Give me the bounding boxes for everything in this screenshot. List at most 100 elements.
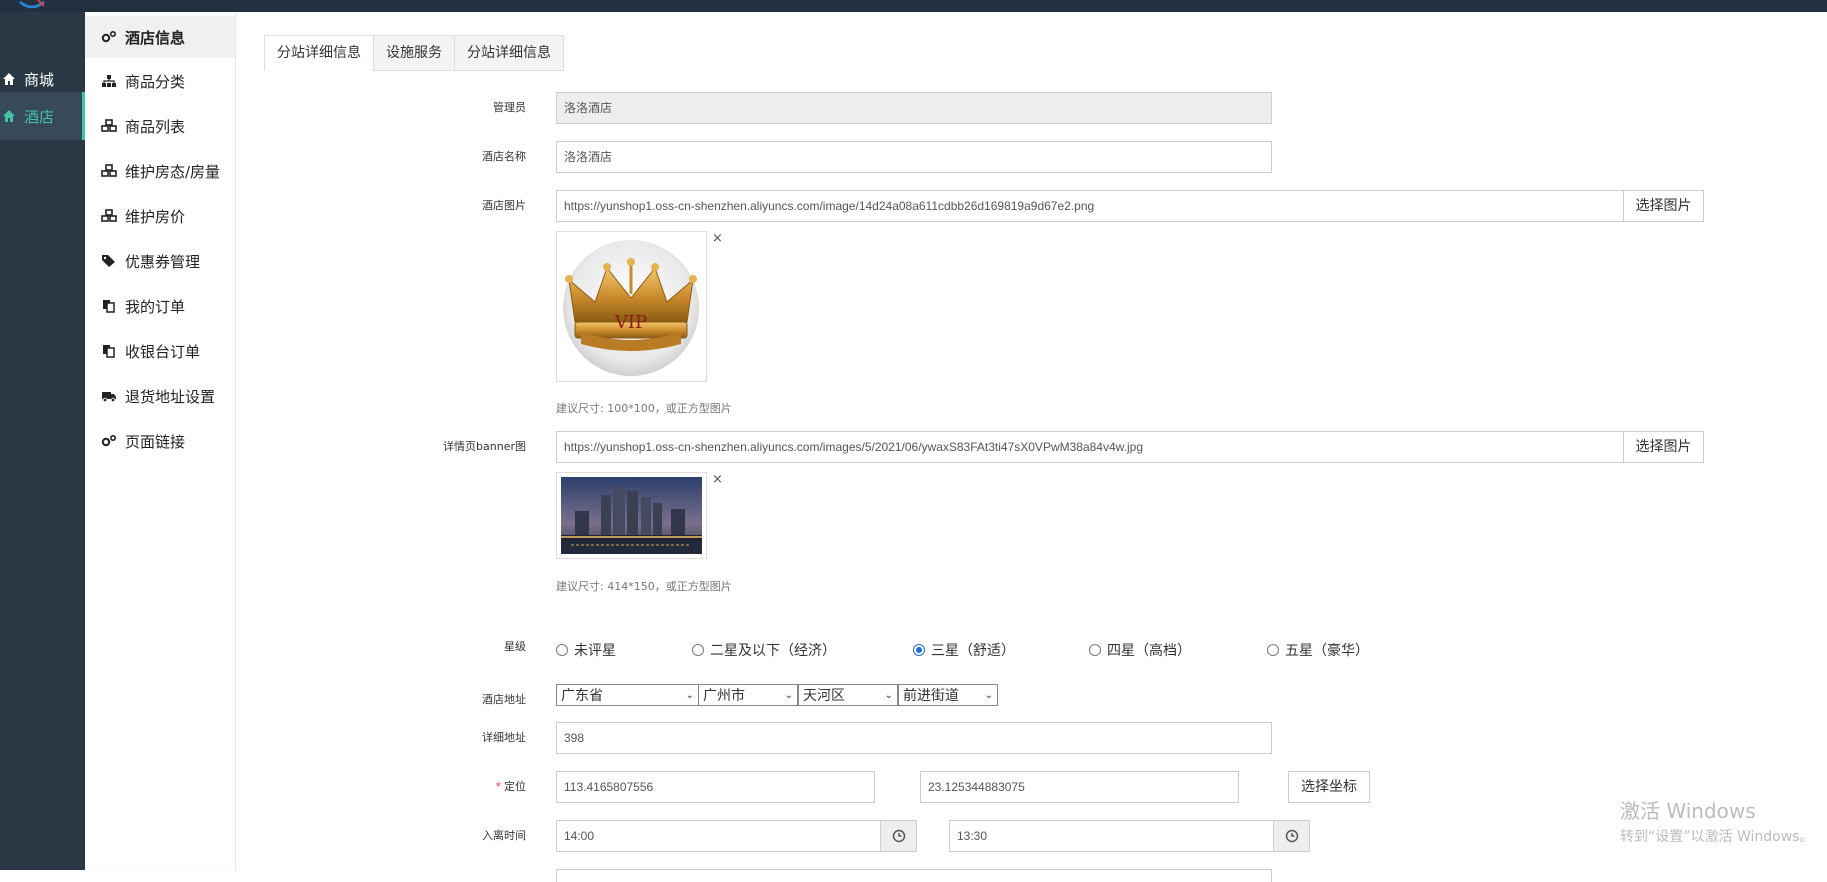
cubes-icon — [101, 119, 117, 132]
tab-branch-details-2[interactable]: 分站详细信息 — [454, 35, 564, 71]
end-time-picker[interactable] — [1273, 820, 1310, 852]
street-value: 前进街道 — [903, 688, 959, 704]
remove-hotel-image-icon[interactable]: × — [712, 231, 723, 246]
sidebar-item-label: 维护房价 — [125, 207, 186, 226]
radio-star-four[interactable]: 四星（高档） — [1089, 640, 1191, 660]
tab-branch-details[interactable]: 分站详细信息 — [264, 35, 374, 71]
sidebar-item-label: 商品分类 — [125, 72, 186, 91]
sidebar-item-label: 商品列表 — [125, 117, 186, 136]
sidebar-item-my-orders[interactable]: 我的订单 — [85, 285, 235, 327]
windows-activation-watermark: 激活 Windows 转到“设置”以激活 Windows。 — [1620, 795, 1813, 846]
copy-icon — [103, 300, 115, 313]
district-select[interactable]: 天河区 ⌄ — [798, 684, 898, 706]
province-select[interactable]: 广东省 ⌄ — [556, 684, 699, 706]
hotel-image-thumbnail: VIP — [556, 231, 707, 382]
radio-label: 二星及以下（经济） — [710, 643, 836, 659]
sidebar-item-hotel-info[interactable]: 酒店信息 — [85, 16, 235, 58]
sidebar-item-room-status[interactable]: 维护房态/房量 — [85, 150, 235, 192]
select-hotel-image-button[interactable]: 选择图片 — [1623, 190, 1704, 222]
radio-label: 五星（豪华） — [1285, 643, 1369, 659]
radio-circle — [692, 644, 704, 656]
admin-field[interactable]: 洛洛酒店 — [556, 92, 1272, 124]
tab-facilities[interactable]: 设施服务 — [373, 35, 455, 71]
star-rating-label: 星级 — [504, 640, 526, 653]
sidebar-item-label: 退货地址设置 — [125, 387, 216, 406]
sidebar-item-label: 优惠券管理 — [125, 252, 201, 271]
hotel-image-hint: 建议尺寸: 100*100，或正方型图片 — [556, 402, 732, 415]
clock-icon — [892, 829, 905, 843]
next-field-partial[interactable] — [556, 869, 1272, 882]
radio-star-none[interactable]: 未评星 — [556, 640, 616, 660]
hotel-image-url-field[interactable]: https://yunshop1.oss-cn-shenzhen.aliyunc… — [556, 190, 1624, 222]
nav-item-label: 商城 — [24, 70, 55, 89]
city-value: 广州市 — [703, 688, 745, 704]
sidebar-item-cashier-orders[interactable]: 收银台订单 — [85, 330, 235, 372]
remove-banner-image-icon[interactable]: × — [712, 472, 723, 487]
province-value: 广东省 — [561, 688, 603, 704]
hotel-name-label: 酒店名称 — [482, 150, 526, 163]
top-bar — [0, 0, 1827, 12]
truck-icon — [102, 392, 116, 403]
sidebar-item-label: 页面链接 — [125, 432, 186, 451]
sidebar-item-room-price[interactable]: 维护房价 — [85, 195, 235, 237]
banner-thumbnail — [556, 472, 707, 559]
sidebar-item-label: 收银台订单 — [125, 342, 201, 361]
sidebar-item-category[interactable]: 商品分类 — [85, 60, 235, 102]
admin-label: 管理员 — [493, 101, 526, 114]
checkin-start-field[interactable]: 14:00 — [556, 820, 881, 852]
primary-sidebar: 商城 酒店 — [0, 12, 85, 870]
select-coordinates-button[interactable]: 选择坐标 — [1288, 771, 1370, 803]
radio-star-five[interactable]: 五星（豪华） — [1267, 640, 1369, 660]
logo-icon — [19, 0, 45, 9]
detail-address-field[interactable]: 398 — [556, 722, 1272, 754]
sidebar-item-page-links[interactable]: 页面链接 — [85, 420, 235, 462]
radio-label: 四星（高档） — [1107, 643, 1191, 659]
hotel-name-field[interactable]: 洛洛酒店 — [556, 141, 1272, 173]
sidebar-item-label: 我的订单 — [125, 297, 186, 316]
clock-icon — [1285, 829, 1298, 843]
home-icon — [3, 110, 15, 122]
location-label-text: 定位 — [504, 780, 526, 793]
chevron-down-icon: ⌄ — [784, 689, 793, 701]
radio-circle — [1267, 644, 1279, 656]
sidebar-item-product-list[interactable]: 商品列表 — [85, 105, 235, 147]
banner-url-field[interactable]: https://yunshop1.oss-cn-shenzhen.aliyunc… — [556, 431, 1624, 463]
sidebar-item-return-address[interactable]: 退货地址设置 — [85, 375, 235, 417]
banner-image-hint: 建议尺寸: 414*150，或正方型图片 — [556, 580, 732, 593]
street-select[interactable]: 前进街道 ⌄ — [898, 684, 998, 706]
watermark-line1: 激活 Windows — [1620, 799, 1756, 823]
longitude-field[interactable]: 113.4165807556 — [556, 771, 875, 803]
radio-circle — [556, 644, 568, 656]
tags-icon — [102, 255, 115, 267]
nav-item-hotel[interactable]: 酒店 — [0, 92, 85, 140]
hotel-image-label: 酒店图片 — [482, 199, 526, 212]
watermark-line2: 转到“设置”以激活 Windows。 — [1620, 829, 1814, 845]
sidebar-item-label: 维护房态/房量 — [125, 162, 221, 181]
radio-circle — [1089, 644, 1101, 656]
gears-icon — [101, 30, 117, 43]
district-value: 天河区 — [803, 688, 845, 704]
required-mark: * — [495, 780, 502, 793]
radio-label: 未评星 — [574, 643, 616, 659]
radio-circle — [913, 644, 925, 656]
home-icon — [3, 73, 15, 85]
city-night-image — [561, 477, 702, 554]
tab-bar: 分站详细信息 设施服务 分站详细信息 — [264, 35, 564, 71]
banner-label: 详情页banner图 — [443, 440, 526, 453]
cubes-icon — [101, 164, 117, 177]
sitemap-icon — [102, 75, 116, 87]
checkin-end-field[interactable]: 13:30 — [949, 820, 1274, 852]
radio-star-two[interactable]: 二星及以下（经济） — [692, 640, 836, 660]
chevron-down-icon: ⌄ — [884, 689, 893, 701]
select-banner-image-button[interactable]: 选择图片 — [1623, 431, 1704, 463]
vip-text: VIP — [614, 312, 647, 333]
sidebar-item-coupons[interactable]: 优惠券管理 — [85, 240, 235, 282]
city-select[interactable]: 广州市 ⌄ — [698, 684, 798, 706]
address-label: 酒店地址 — [482, 693, 526, 706]
latitude-field[interactable]: 23.125344883075 — [920, 771, 1239, 803]
radio-star-three[interactable]: 三星（舒适） — [913, 640, 1015, 660]
copy-icon — [103, 345, 115, 358]
vip-crown-image: VIP — [563, 240, 699, 376]
sidebar-item-label: 酒店信息 — [125, 28, 186, 47]
start-time-picker[interactable] — [880, 820, 917, 852]
